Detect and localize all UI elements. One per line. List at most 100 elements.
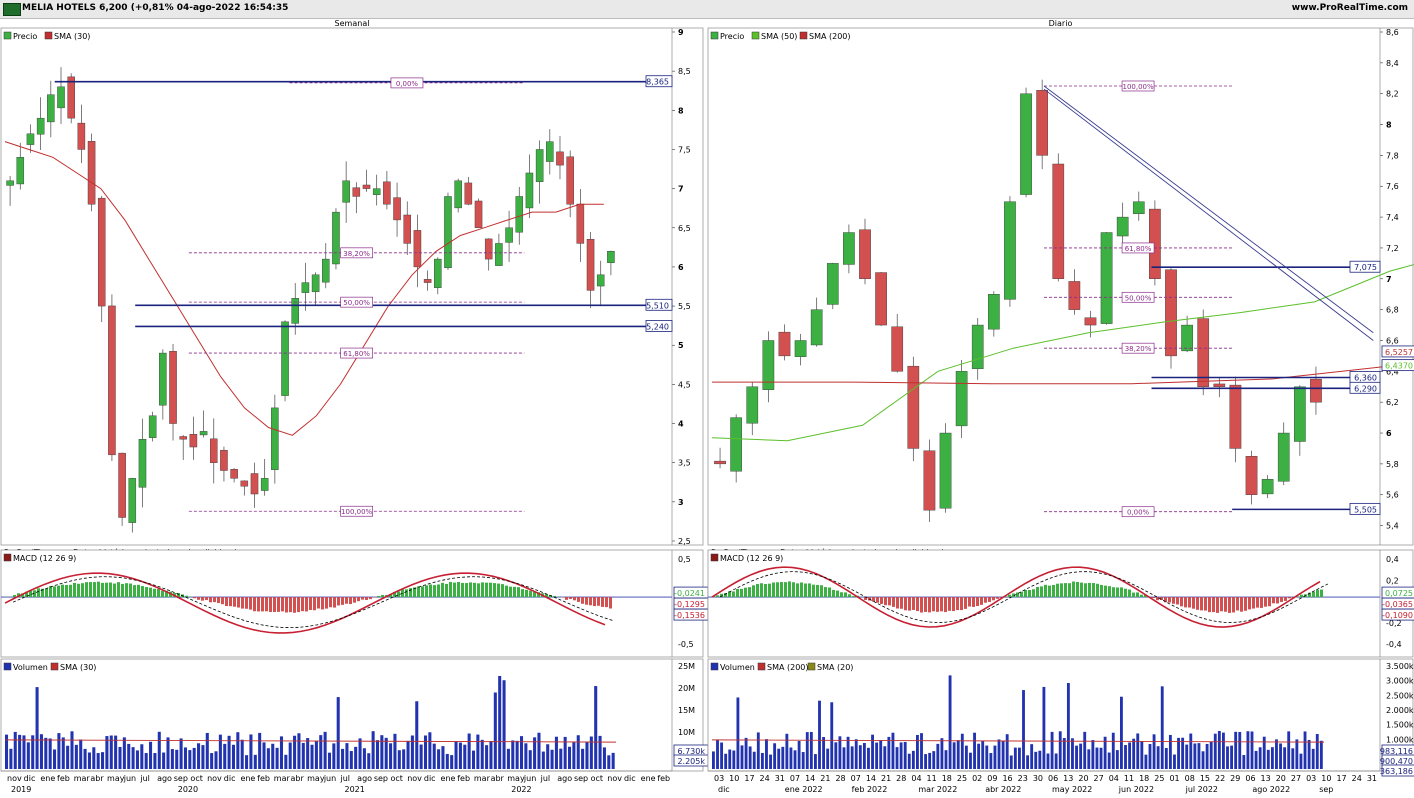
R-volume-bar bbox=[964, 745, 968, 769]
R-macd-hist bbox=[1192, 597, 1195, 609]
L-date-label: feb bbox=[57, 774, 70, 783]
R-macd-hist bbox=[1084, 583, 1087, 598]
R-macd-hist bbox=[916, 597, 919, 612]
R-macd-hist bbox=[816, 584, 819, 598]
L-volume-bar bbox=[258, 732, 262, 769]
L-candle bbox=[556, 151, 564, 166]
L-legend-price-swatch bbox=[3, 31, 12, 40]
R-volume-bar bbox=[846, 736, 850, 769]
R-volume-bar bbox=[1160, 686, 1164, 769]
R-date-label: 09 bbox=[987, 774, 997, 783]
R-macd-hist bbox=[1280, 597, 1283, 602]
R-volume-bar bbox=[989, 753, 993, 769]
L-volume-bar bbox=[602, 747, 606, 769]
R-volume-bar bbox=[1075, 745, 1078, 769]
L-candle bbox=[87, 141, 96, 205]
L-candle bbox=[16, 157, 25, 185]
R-ytick-label: 7,6 bbox=[1386, 182, 1399, 191]
L-macd-hist bbox=[601, 597, 604, 607]
R-volume-bar bbox=[785, 733, 789, 769]
R-candle bbox=[923, 450, 936, 511]
L-volume-bar bbox=[266, 748, 270, 769]
L-candle bbox=[281, 321, 289, 396]
L-legend-price: Precio bbox=[13, 32, 37, 41]
L-volume-bar bbox=[188, 750, 192, 769]
R-candle bbox=[1116, 216, 1129, 237]
L-macd-hist bbox=[105, 582, 108, 598]
L-volume-bar bbox=[463, 744, 467, 769]
L-candle bbox=[403, 214, 412, 244]
L-macd-hist bbox=[317, 597, 320, 609]
R-ytick-label: 6,2 bbox=[1386, 398, 1399, 407]
R-volume-bar bbox=[944, 750, 948, 769]
L-macd-hist bbox=[365, 597, 368, 600]
L-volume-bar bbox=[550, 749, 554, 769]
R-macd-hist bbox=[1108, 586, 1111, 598]
R-vol-tick: 3.500k bbox=[1386, 662, 1414, 671]
L-candle bbox=[525, 172, 534, 209]
L-ytick-label: 6 bbox=[678, 263, 684, 272]
R-volume-bar bbox=[1319, 740, 1323, 769]
R-macd-hist bbox=[1132, 592, 1135, 598]
R-date-group: dic bbox=[718, 785, 730, 794]
L-volume-bar bbox=[9, 748, 13, 769]
R-volume-bar bbox=[1124, 745, 1127, 769]
R-volume-bar bbox=[1226, 746, 1229, 769]
R-macd-hist bbox=[1092, 583, 1095, 598]
L-candle bbox=[505, 227, 513, 243]
L-fib-label: 50,00% bbox=[343, 299, 370, 307]
R-volume-bar bbox=[1087, 749, 1091, 769]
R-volume-bar bbox=[1307, 739, 1311, 769]
L-macd-hist bbox=[125, 583, 128, 598]
R-macd-hist bbox=[972, 597, 975, 607]
site-link[interactable]: www.ProRealTime.com bbox=[1292, 3, 1408, 13]
L-legend-macd-swatch bbox=[3, 553, 12, 562]
R-candle bbox=[843, 232, 855, 265]
L-date-label: jul bbox=[340, 774, 351, 783]
L-candle bbox=[67, 76, 75, 119]
R-volume-bar bbox=[1258, 747, 1262, 769]
L-volume-bar bbox=[301, 742, 305, 769]
L-volume-bar bbox=[423, 735, 428, 769]
R-macd-hist bbox=[1136, 592, 1139, 598]
R-sma-value: 6,4370 bbox=[1385, 362, 1413, 371]
R-volume-bar bbox=[1071, 738, 1074, 769]
L-macd-hist bbox=[589, 597, 592, 606]
L-macd-hist bbox=[73, 582, 76, 598]
L-macd-hist bbox=[61, 584, 64, 598]
R-legend-macd: MACD (12 26 9) bbox=[720, 554, 783, 563]
R-volume-bar bbox=[1254, 750, 1258, 769]
L-macd-hist bbox=[241, 597, 244, 609]
R-macd-hist bbox=[808, 583, 811, 598]
L-macd-hist bbox=[141, 586, 144, 598]
L-volume-bar bbox=[354, 746, 358, 769]
L-macd-hist bbox=[273, 597, 276, 612]
L-candle bbox=[240, 480, 249, 487]
R-date-label: 16 bbox=[1002, 774, 1012, 783]
R-date-label: 22 bbox=[1215, 774, 1225, 783]
R-date-label: 18 bbox=[942, 774, 952, 783]
L-volume-bar bbox=[489, 741, 493, 769]
R-legend-vol-1: SMA (20) bbox=[817, 663, 853, 672]
R-macd-hist bbox=[836, 590, 839, 598]
R-legend-0: SMA (50) bbox=[761, 32, 797, 41]
L-macd-hist bbox=[517, 587, 520, 598]
R-legend-1-swatch bbox=[799, 31, 808, 40]
R-macd-hist bbox=[1124, 588, 1127, 598]
R-macd-hist bbox=[780, 582, 783, 598]
R-volume-bar bbox=[1148, 744, 1152, 769]
L-volume-bar bbox=[214, 751, 218, 769]
R-volume-bar bbox=[716, 739, 719, 769]
L-macd-hist bbox=[209, 597, 212, 603]
L-volume-bar bbox=[57, 733, 61, 769]
L-volume-bar bbox=[581, 748, 585, 769]
R-date-label: 31 bbox=[775, 774, 785, 783]
R-ytick-label: 5,6 bbox=[1386, 491, 1399, 500]
R-macd-hist bbox=[740, 588, 743, 598]
L-volume-bar bbox=[345, 743, 349, 769]
R-macd-hist bbox=[776, 582, 779, 598]
R-macd-hist bbox=[1112, 587, 1115, 598]
L-volume-bar bbox=[389, 743, 393, 769]
R-macd-hist bbox=[944, 597, 947, 613]
R-date-label: 27 bbox=[1094, 774, 1104, 783]
